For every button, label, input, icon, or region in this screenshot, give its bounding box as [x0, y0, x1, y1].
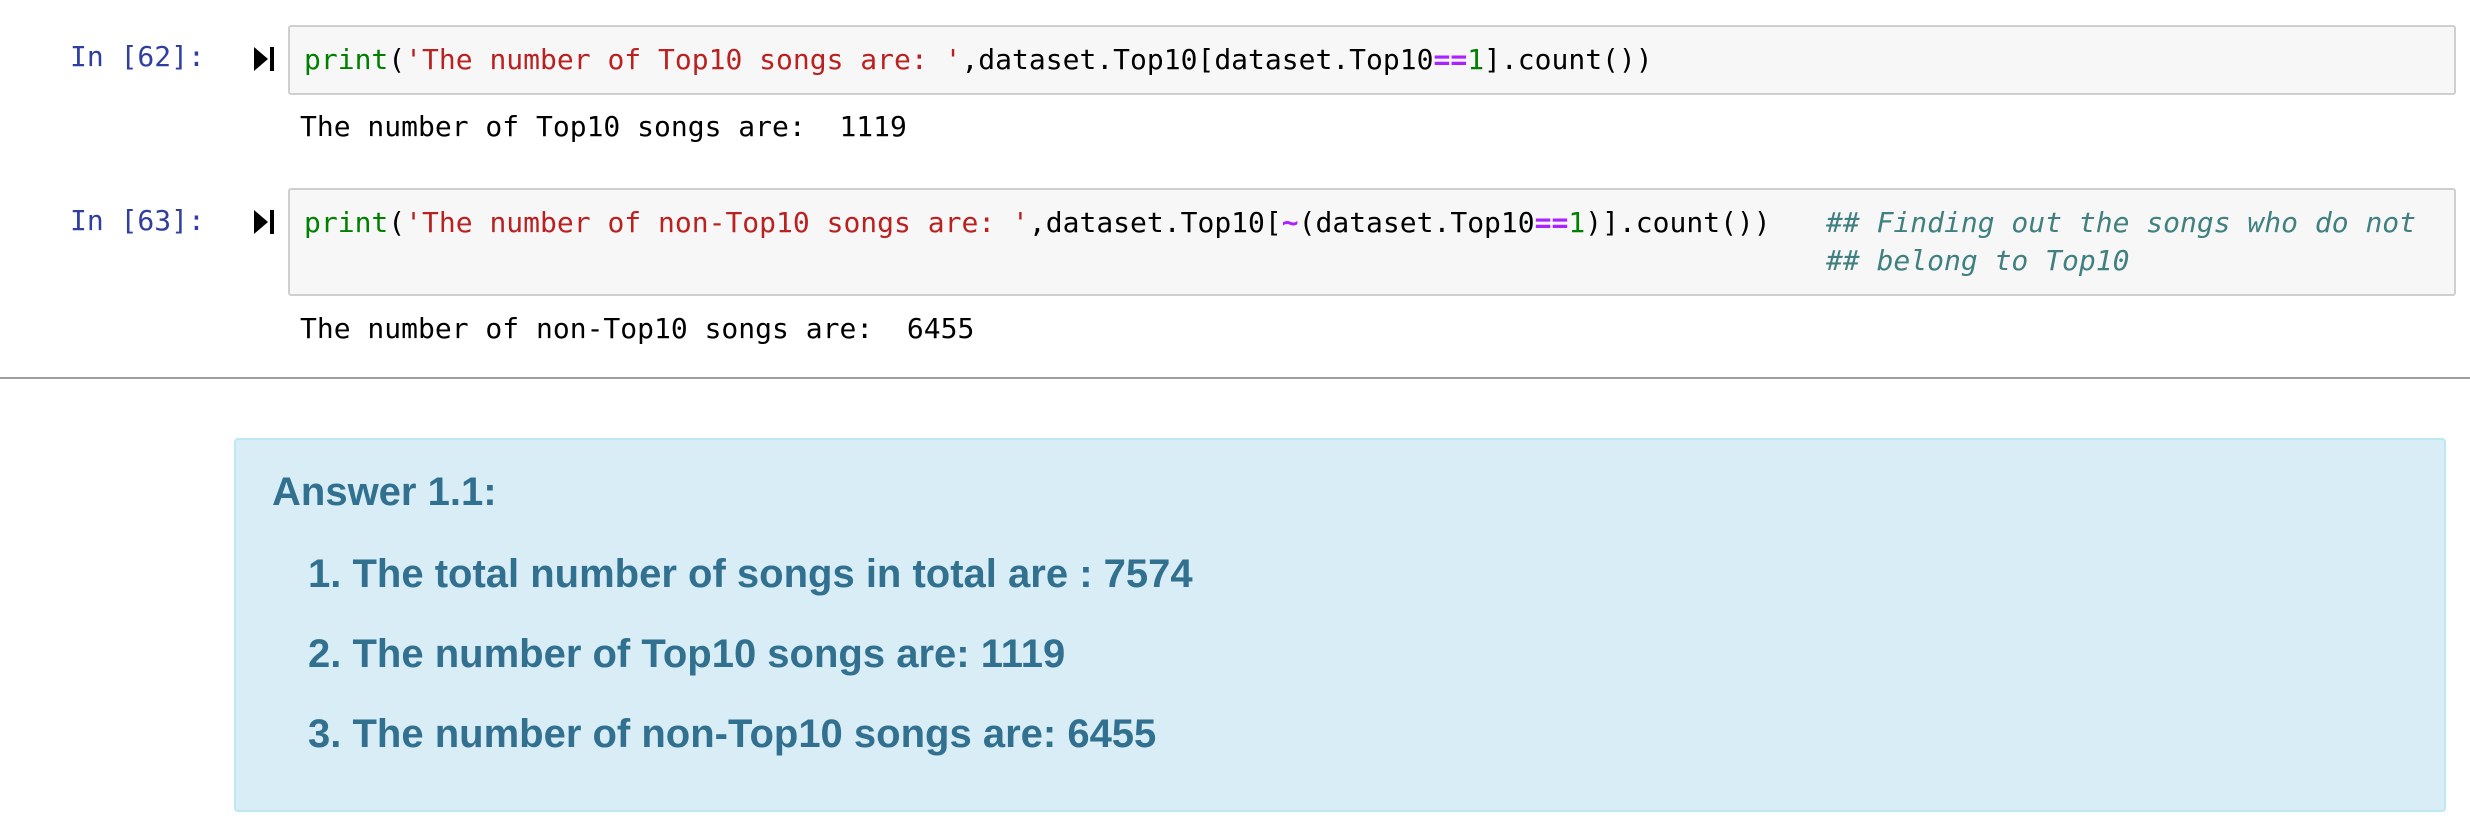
code-token-string: 'The number of non-Top10 songs are: ': [405, 206, 1029, 239]
cell-output: The number of non-Top10 songs are: 6455: [300, 312, 975, 345]
code-token: ].count()): [1484, 43, 1653, 76]
code-token: ,dataset.Top10[dataset.Top10: [961, 43, 1434, 76]
code-input[interactable]: print('The number of non-Top10 songs are…: [288, 188, 2456, 296]
cell-divider: [0, 377, 2470, 379]
cell-prompt: In [63]:: [70, 204, 205, 237]
answer-item: 3. The number of non-Top10 songs are: 64…: [308, 712, 1157, 756]
code-token-operator: ==: [1433, 43, 1468, 76]
answer-title: Answer 1.1:: [272, 470, 497, 514]
code-token-func: print: [304, 206, 389, 239]
code-token: (dataset.Top10: [1298, 206, 1535, 239]
code-token-number: 1: [1467, 43, 1485, 76]
code-comment: ## Finding out the songs who do not: [1826, 206, 2417, 239]
code-comment: ## belong to Top10: [1826, 244, 2130, 277]
cell-output: The number of Top10 songs are: 1119: [300, 110, 907, 143]
code-input[interactable]: print('The number of Top10 songs are: ',…: [288, 25, 2456, 95]
code-token-operator: ==: [1534, 206, 1569, 239]
code-token: ,dataset.Top10[: [1028, 206, 1282, 239]
code-token-func: print: [304, 43, 389, 76]
code-line: print('The number of non-Top10 songs are…: [304, 204, 1771, 242]
code-token-string: 'The number of Top10 songs are: ': [405, 43, 962, 76]
code-line: print('The number of Top10 songs are: ',…: [304, 41, 1653, 79]
code-token-operator: ~: [1281, 206, 1299, 239]
run-cell-icon[interactable]: [252, 208, 276, 236]
answer-alert-box: Answer 1.1: 1. The total number of songs…: [234, 438, 2446, 812]
code-token-number: 1: [1568, 206, 1586, 239]
answer-item: 2. The number of Top10 songs are: 1119: [308, 632, 1066, 676]
code-token: (: [388, 206, 406, 239]
code-token: )].count()): [1585, 206, 1771, 239]
run-cell-icon[interactable]: [252, 45, 276, 73]
cell-prompt: In [62]:: [70, 40, 205, 73]
code-token: (: [388, 43, 406, 76]
answer-item: 1. The total number of songs in total ar…: [308, 552, 1193, 596]
